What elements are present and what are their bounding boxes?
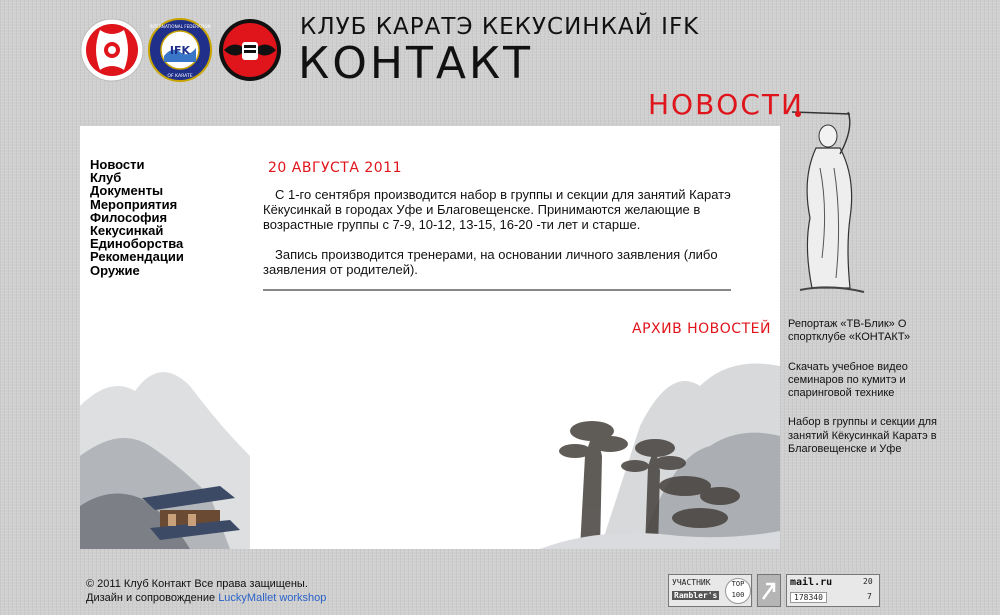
news-paragraph: С 1-го сентября производится набор в гру… <box>263 187 731 232</box>
sage-illustration <box>791 111 865 293</box>
nav-item-events[interactable]: Мероприятия <box>90 197 184 210</box>
sidebar-link-tv-report[interactable]: Репортаж «ТВ-Блик» О спортклубе «КОНТАКТ… <box>788 318 948 345</box>
news-paragraph: Запись производится тренерами, на основа… <box>263 247 718 277</box>
nav-item-recommendations[interactable]: Рекомендации <box>90 250 184 263</box>
arrow-up-right-icon <box>761 582 776 600</box>
footer-design-prefix: Дизайн и сопровождение <box>86 592 216 604</box>
mailru-small-value: 20 <box>863 577 873 586</box>
footer-copyright: © 2011 Клуб Контакт Все права защищены. <box>86 578 308 590</box>
section-title: НОВОСТИ <box>648 88 804 121</box>
sidebar-links: Репортаж «ТВ-Блик» О спортклубе «КОНТАКТ… <box>788 318 948 472</box>
mailru-counter[interactable]: mail.ru 20 178340 7 <box>786 574 880 607</box>
ifk-logo: IFK INTERNATIONAL FEDERATION OF KARATE <box>148 18 212 82</box>
news-body: С 1-го сентября производится набор в гру… <box>263 187 738 292</box>
top100-badge: TOP 100 <box>725 578 751 604</box>
mailru-small-value: 7 <box>867 592 872 601</box>
ifk-logo-text: IFK <box>170 44 191 57</box>
kontakt-club-logo <box>218 18 282 82</box>
rambler-top100-counter[interactable]: УЧАСТНИК Rambler's TOP 100 <box>668 574 752 607</box>
footer-design-link[interactable]: LuckyMallet workshop <box>218 592 326 604</box>
site-title-line2: КОНТАКТ <box>298 38 534 89</box>
kyokushin-logo <box>80 18 144 82</box>
kyokushin-kanku-icon <box>80 18 144 82</box>
fist-emblem-icon <box>219 19 281 81</box>
sidebar-link-video-download[interactable]: Скачать учебное видео семинаров по кумит… <box>788 361 948 401</box>
content-panel: Новости Клуб Документы Мероприятия Филос… <box>80 126 780 549</box>
nav-item-weapons[interactable]: Оружие <box>90 263 184 276</box>
nav-item-documents[interactable]: Документы <box>90 184 184 197</box>
mailru-value: 178340 <box>790 592 827 603</box>
rambler-top-label: УЧАСТНИК <box>672 578 711 587</box>
arrow-counter[interactable] <box>757 574 781 607</box>
news-archive-link[interactable]: АРХИВ НОВОСТЕЙ <box>632 321 771 337</box>
mailru-logo: mail.ru <box>790 577 833 588</box>
news-date: 20 АВГУСТА 2011 <box>268 160 402 176</box>
ifk-emblem-icon: IFK INTERNATIONAL FEDERATION OF KARATE <box>148 18 212 82</box>
main-nav: Новости Клуб Документы Мероприятия Филос… <box>90 158 184 277</box>
news-divider <box>263 289 731 291</box>
sidebar-link-enrollment[interactable]: Набор в группы и секции для занятий Кёку… <box>788 416 948 456</box>
ifk-logo-ring-bottom: OF KARATE <box>167 73 192 79</box>
footer: © 2011 Клуб Контакт Все права защищены. … <box>86 577 326 605</box>
footer-design-line: Дизайн и сопровождение LuckyMallet works… <box>86 591 326 605</box>
rambler-name-label: Rambler's <box>672 591 720 600</box>
site-title-line1: КЛУБ КАРАТЭ КЕКУСИНКАЙ IFK <box>300 14 700 40</box>
ifk-logo-ring-top: INTERNATIONAL FEDERATION <box>149 24 210 29</box>
